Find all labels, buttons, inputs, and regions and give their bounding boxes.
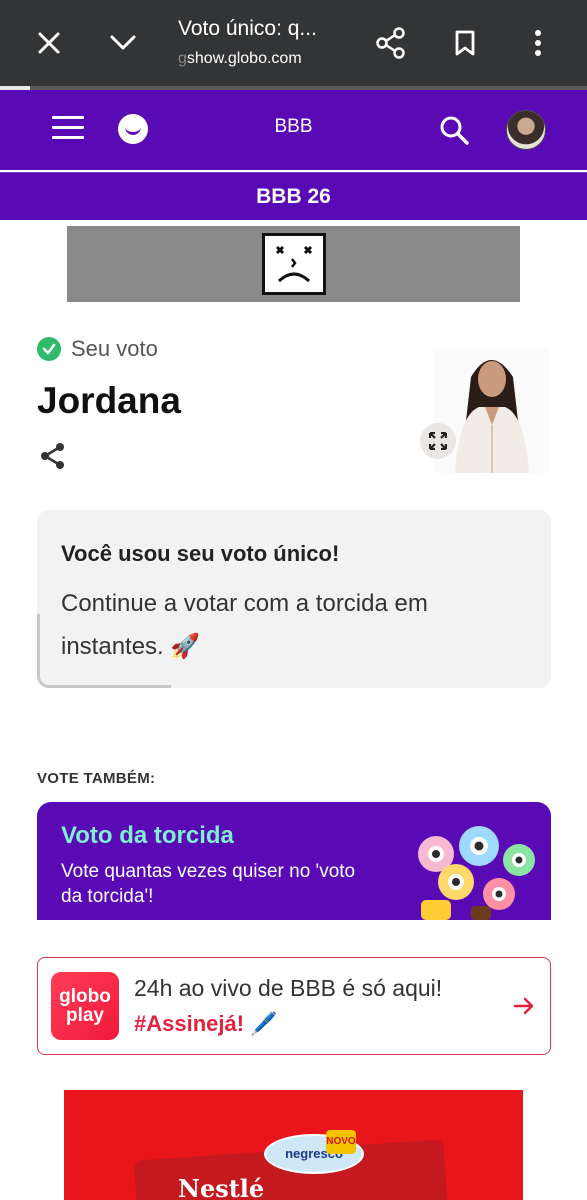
url-domain-prefix: g [178,50,187,67]
gshow-logo-icon[interactable] [118,114,148,144]
vote-status-label: Seu voto [71,336,158,361]
hamburger-icon[interactable] [52,116,84,142]
site-header: BBB [0,90,587,170]
globoplay-logo-line1: globo [59,986,111,1007]
torcida-card-title: Voto da torcida [61,822,234,849]
candidate-photo [433,347,549,473]
bookmark-icon[interactable] [448,26,482,60]
voto-da-torcida-card[interactable]: Voto da torcida Vote quantas vezes quise… [37,802,551,920]
site-title: BBB [274,116,313,137]
more-vert-icon[interactable] [521,26,555,60]
avatar[interactable] [506,110,546,150]
globoplay-cta: #Assinejá! 🖊️ [134,1011,278,1036]
globoplay-headline: 24h ao vivo de BBB é só aqui! [134,975,443,1001]
share-icon[interactable] [39,441,67,471]
chevron-down-icon[interactable] [106,26,140,60]
close-icon[interactable] [32,26,66,60]
ad-brand: Nestlé [178,1174,265,1200]
bottom-ad-banner[interactable]: Nestlé negresco NOVO [64,1090,523,1200]
vote-notice-card: Você usou seu voto único! Continue a vot… [37,510,551,688]
torcida-card-description: Vote quantas vezes quiser no 'voto da to… [61,861,356,907]
check-circle-icon [37,337,61,361]
globoplay-promo[interactable]: globo play 24h ao vivo de BBB é só aqui!… [37,957,551,1055]
section-title[interactable]: BBB 26 [0,172,587,220]
expand-icon[interactable] [420,423,456,459]
search-icon[interactable] [438,114,470,146]
candidate-name: Jordana [37,380,181,421]
globoplay-logo: globo play [51,972,119,1040]
bbb-characters-illustration [391,816,551,920]
browser-toolbar: Voto único: q... gshow.globo.com [0,0,587,86]
page-title[interactable]: Voto único: q... [178,17,348,41]
globoplay-logo-line2: play [65,1005,105,1026]
vote-status: Seu voto [37,336,158,362]
notice-heading: Você usou seu voto único! [61,541,340,566]
broken-image-icon [262,233,326,295]
vote-also-label: VOTE TAMBÉM: [37,770,156,787]
ad-badge: NOVO [326,1130,356,1154]
url-domain[interactable]: gshow.globo.com [178,50,338,68]
arrow-right-icon[interactable] [512,994,536,1018]
share-icon[interactable] [374,26,408,60]
ad-placeholder [67,226,520,302]
url-domain-text: show.globo.com [186,50,302,67]
